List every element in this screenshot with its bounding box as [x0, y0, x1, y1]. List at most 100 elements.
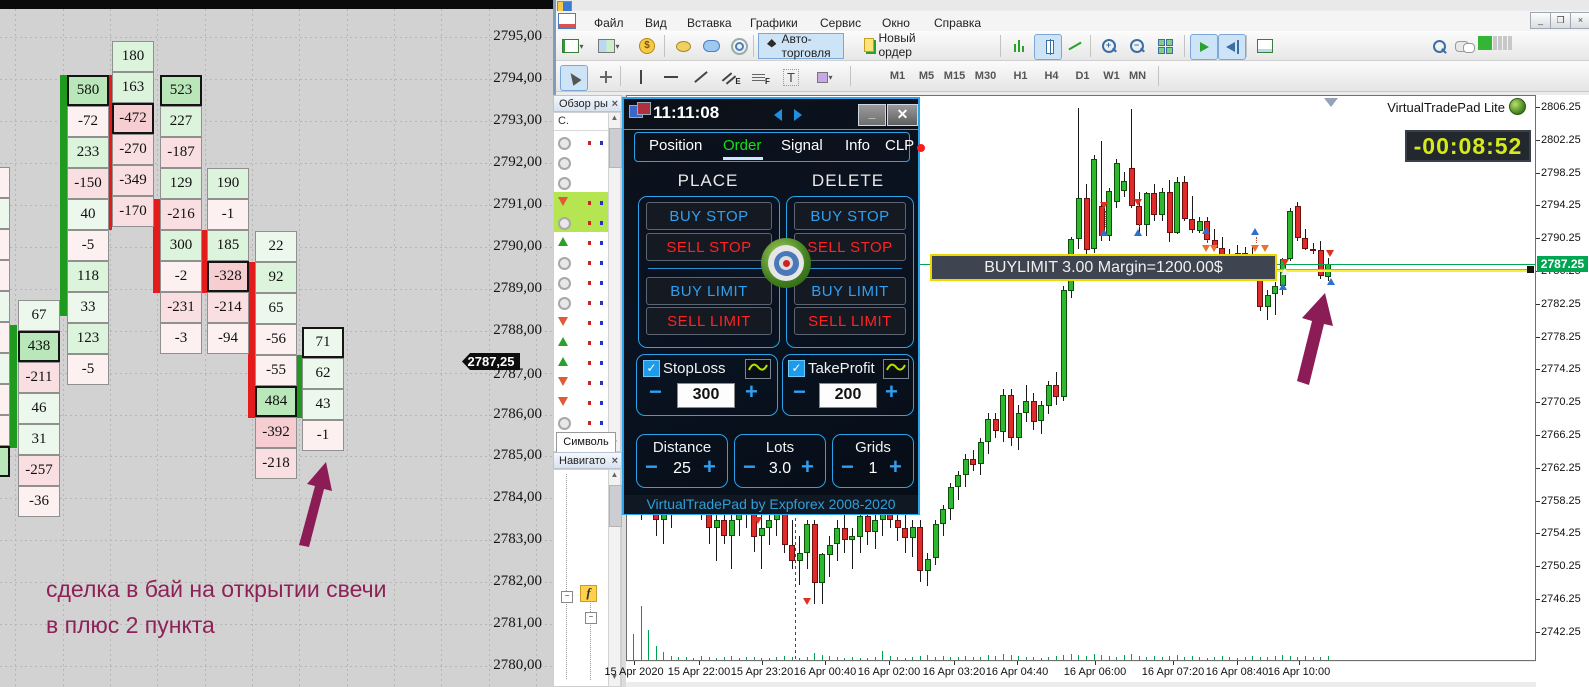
symbol-row[interactable]	[554, 332, 608, 352]
menu-item-1[interactable]: Файл	[590, 14, 628, 32]
symbol-row[interactable]	[554, 232, 608, 252]
vline-tool-button[interactable]	[628, 65, 654, 89]
zoom-out-button[interactable]: −	[1124, 34, 1150, 58]
search-icon[interactable]	[1427, 34, 1453, 58]
cursor-tool-button[interactable]	[560, 65, 588, 91]
tree-collapse-icon[interactable]: −	[585, 612, 597, 624]
line-chart-button[interactable]	[1062, 34, 1088, 58]
history-center-button[interactable]	[670, 34, 696, 58]
symbol-row[interactable]	[554, 392, 608, 412]
grids-plus[interactable]: +	[889, 456, 902, 478]
menu-item-4[interactable]: Графики	[746, 14, 802, 32]
takeprofit-trailing-icon[interactable]	[883, 359, 909, 379]
candle-chart-button[interactable]	[1034, 34, 1062, 60]
place-buy-limit-button[interactable]: BUY LIMIT	[646, 277, 772, 305]
stoploss-value[interactable]: 300	[677, 383, 735, 408]
expert-advisor-icon[interactable]: f	[580, 585, 597, 602]
takeprofit-value[interactable]: 200	[819, 383, 877, 408]
community-button[interactable]	[698, 34, 724, 58]
timeframe-button-H1[interactable]: H1	[1007, 66, 1034, 86]
symbol-row[interactable]	[554, 152, 608, 172]
menu-app-icon[interactable]	[558, 13, 576, 29]
crosshair-tool-button[interactable]	[590, 65, 616, 89]
place-buy-stop-button[interactable]: BUY STOP	[646, 202, 772, 230]
takeprofit-plus[interactable]: +	[885, 381, 898, 403]
chat-icon[interactable]	[1452, 34, 1478, 58]
symbol-row[interactable]	[554, 412, 608, 432]
fibonacci-tool-button[interactable]: F	[748, 65, 774, 89]
stoploss-checkbox[interactable]: ✓	[643, 360, 660, 377]
delete-buy-limit-button[interactable]: BUY LIMIT	[794, 277, 906, 305]
order-line-handle[interactable]	[1527, 266, 1534, 273]
panel-prev-icon[interactable]	[774, 109, 782, 121]
symbol-row[interactable]	[554, 272, 608, 292]
stoploss-plus[interactable]: +	[745, 381, 758, 403]
tab-order[interactable]: Order	[723, 137, 761, 154]
hline-tool-button[interactable]	[658, 65, 684, 89]
delete-sell-limit-button[interactable]: SELL LIMIT	[794, 307, 906, 335]
timeframe-button-H4[interactable]: H4	[1038, 66, 1065, 86]
tab-signal[interactable]: Signal	[781, 137, 823, 154]
symbol-row[interactable]	[554, 172, 608, 192]
tree-collapse-icon[interactable]: −	[561, 591, 573, 603]
scroll-up-icon[interactable]: ▲	[608, 113, 621, 126]
timeframe-button-M1[interactable]: M1	[884, 66, 911, 86]
templates-button[interactable]	[1252, 34, 1278, 58]
symbol-row[interactable]	[554, 252, 608, 272]
signals-button[interactable]	[726, 34, 752, 58]
channel-tool-button[interactable]: E	[718, 65, 744, 89]
timeframe-button-D1[interactable]: D1	[1069, 66, 1096, 86]
menu-item-6[interactable]: Окно	[878, 14, 914, 32]
timeframe-button-M30[interactable]: M30	[972, 66, 999, 86]
scroll-thumb[interactable]	[609, 128, 622, 168]
stoploss-trailing-icon[interactable]	[745, 359, 771, 379]
takeprofit-checkbox[interactable]: ✓	[788, 360, 805, 377]
zoom-in-button[interactable]: +	[1096, 34, 1122, 58]
shapes-tool-button[interactable]: ▾	[808, 65, 842, 89]
stoploss-minus[interactable]: −	[649, 381, 662, 403]
window-minimize-button[interactable]: _	[1530, 12, 1551, 29]
symbol-row[interactable]	[554, 212, 608, 232]
symbol-row[interactable]	[554, 312, 608, 332]
scroll-up-icon[interactable]: ▲	[608, 470, 621, 483]
symbol-row[interactable]	[554, 192, 608, 212]
window-restore-button[interactable]: ❐	[1550, 12, 1571, 29]
symbol-row[interactable]	[554, 372, 608, 392]
order-line-label[interactable]: BUYLIMIT 3.00 Margin=1200.00$	[930, 254, 1277, 281]
symbol-row[interactable]	[554, 352, 608, 372]
navigator-close-icon[interactable]: ×	[612, 453, 618, 469]
market-watch-tab-symbols[interactable]: Символь	[556, 432, 616, 452]
tile-windows-button[interactable]	[1152, 34, 1178, 58]
place-sell-limit-button[interactable]: SELL LIMIT	[646, 307, 772, 335]
chart-profile-button[interactable]: ▾	[596, 34, 622, 58]
panel-close-button[interactable]: ✕	[887, 104, 918, 126]
trendline-tool-button[interactable]	[688, 65, 714, 89]
new-order-button[interactable]: Новый ордер	[856, 31, 929, 59]
panel-titlebar[interactable]: 11:11:08 _ ✕	[624, 99, 918, 130]
panel-minimize-button[interactable]: _	[858, 104, 886, 126]
market-watch-button[interactable]: $	[634, 34, 660, 58]
symbol-row[interactable]	[554, 292, 608, 312]
symbol-row[interactable]	[554, 132, 608, 152]
menu-item-7[interactable]: Справка	[930, 14, 985, 32]
bar-chart-button[interactable]	[1006, 34, 1032, 58]
timeframe-button-M5[interactable]: M5	[913, 66, 940, 86]
text-tool-button[interactable]: T	[778, 65, 804, 89]
takeprofit-minus[interactable]: −	[793, 381, 806, 403]
autoscroll-button[interactable]	[1190, 34, 1218, 60]
market-watch-close-icon[interactable]: ×	[612, 96, 618, 112]
delete-sell-stop-button[interactable]: SELL STOP	[794, 233, 906, 261]
autotrade-button[interactable]: Авто-торговля	[758, 32, 845, 60]
tab-position[interactable]: Position	[649, 137, 702, 154]
place-sell-stop-button[interactable]: SELL STOP	[646, 233, 772, 261]
timeframe-button-M15[interactable]: M15	[941, 66, 968, 86]
delete-buy-stop-button[interactable]: BUY STOP	[794, 202, 906, 230]
lots-plus[interactable]: +	[801, 456, 814, 478]
chart-shift-button[interactable]	[1218, 34, 1246, 60]
menu-item-3[interactable]: Вставка	[683, 14, 736, 32]
tab-clp[interactable]: CLP	[885, 137, 914, 154]
panel-next-icon[interactable]	[794, 109, 802, 121]
tab-info[interactable]: Info	[845, 137, 870, 154]
menu-item-5[interactable]: Сервис	[816, 14, 865, 32]
timeframe-button-W1[interactable]: W1	[1098, 66, 1125, 86]
